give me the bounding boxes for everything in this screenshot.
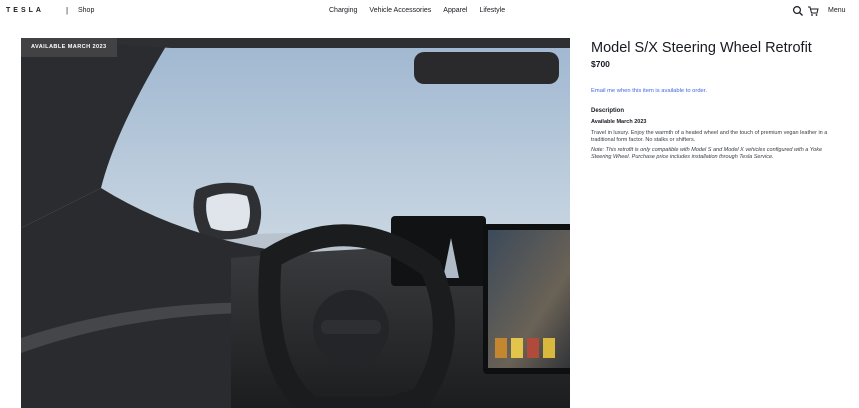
shop-link[interactable]: Shop bbox=[78, 7, 94, 14]
nav-lifestyle[interactable]: Lifestyle bbox=[479, 7, 505, 14]
email-notify-link[interactable]: Email me when this item is available to … bbox=[591, 87, 731, 95]
search-icon[interactable] bbox=[792, 5, 804, 17]
availability-text: Available March 2023 bbox=[591, 119, 647, 125]
car-interior-image bbox=[21, 38, 570, 408]
description-heading: Description bbox=[591, 108, 625, 114]
availability-badge: AVAILABLE MARCH 2023 bbox=[21, 38, 117, 57]
product-price: $700 bbox=[591, 59, 610, 69]
product-title: Model S/X Steering Wheel Retrofit bbox=[591, 40, 812, 56]
site-header: TESLA | Shop Charging Vehicle Accessorie… bbox=[0, 0, 859, 24]
cart-icon[interactable] bbox=[807, 5, 819, 17]
nav-charging[interactable]: Charging bbox=[329, 7, 357, 14]
nav-apparel[interactable]: Apparel bbox=[443, 7, 467, 14]
menu-button[interactable]: Menu bbox=[828, 7, 846, 14]
nav-vehicle-accessories[interactable]: Vehicle Accessories bbox=[369, 7, 431, 14]
brand-separator: | bbox=[66, 6, 69, 15]
description-body: Travel in luxury. Enjoy the warmth of a … bbox=[591, 130, 828, 143]
main-nav: Charging Vehicle Accessories Apparel Lif… bbox=[329, 7, 505, 14]
product-info: Model S/X Steering Wheel Retrofit $700 E… bbox=[591, 40, 841, 161]
product-image[interactable]: AVAILABLE MARCH 2023 bbox=[21, 38, 570, 408]
tesla-logo[interactable]: TESLA bbox=[6, 7, 44, 14]
compatibility-note: Note: This retrofit is only compatible w… bbox=[591, 147, 823, 160]
